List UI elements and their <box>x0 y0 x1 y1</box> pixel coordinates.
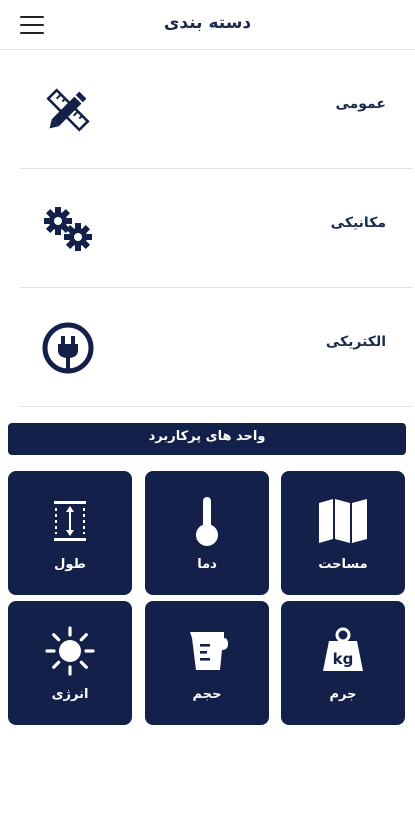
unit-label: جرم <box>329 687 357 702</box>
unit-tile-temperature[interactable]: دما <box>145 471 269 595</box>
gears-icon <box>40 201 96 257</box>
category-list: عمومی مکانیکی الکتریکی <box>20 50 413 407</box>
length-icon <box>8 493 132 549</box>
thermometer-icon <box>145 493 269 549</box>
unit-tile-length[interactable]: طول <box>8 471 132 595</box>
weight-kg-icon: kg <box>281 623 405 679</box>
unit-tile-mass[interactable]: kg جرم <box>281 601 405 725</box>
ruler-pencil-icon <box>40 82 96 138</box>
category-label: الکتریکی <box>325 334 386 350</box>
category-item-electrical[interactable]: الکتریکی <box>20 288 413 407</box>
sun-icon <box>8 623 132 679</box>
measuring-cup-icon <box>145 623 269 679</box>
unit-label: طول <box>54 557 86 572</box>
unit-tile-energy[interactable]: انرژی <box>8 601 132 725</box>
unit-tile-area[interactable]: مساحت <box>281 471 405 595</box>
page-title: دسته بندی <box>163 13 252 33</box>
category-label: عمومی <box>335 96 386 112</box>
app-header: دسته بندی <box>0 0 415 50</box>
unit-tile-volume[interactable]: حجم <box>145 601 269 725</box>
unit-label: مساحت <box>318 557 368 572</box>
category-item-mechanical[interactable]: مکانیکی <box>20 169 413 288</box>
unit-label: حجم <box>192 687 222 702</box>
map-icon <box>281 493 405 549</box>
weight-badge-text: kg <box>333 650 354 668</box>
unit-label: انرژی <box>51 687 89 702</box>
unit-label: دما <box>197 557 217 572</box>
plug-icon <box>40 320 96 376</box>
category-item-general[interactable]: عمومی <box>20 50 413 169</box>
frequent-units-header: واحد های پرکاربرد <box>8 423 406 455</box>
category-label: مکانیکی <box>330 215 386 231</box>
